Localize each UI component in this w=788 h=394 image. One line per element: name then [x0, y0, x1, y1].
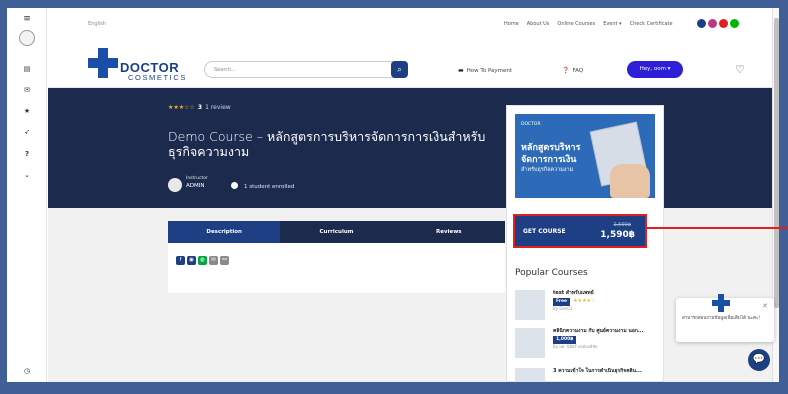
rocket-icon[interactable]: ➶ [7, 127, 47, 137]
faq-link[interactable]: ❓ FAQ [562, 67, 583, 74]
get-course-button[interactable]: GET COURSE 1,590฿ 1,590฿ [513, 214, 647, 248]
nav-online-courses[interactable]: Online Courses [557, 21, 595, 27]
help-icon[interactable]: ? [7, 149, 47, 159]
chat-button[interactable]: 💬 [748, 349, 770, 371]
nav-about-us[interactable]: About Us [527, 21, 550, 27]
rating-stars: ★★★★☆ [573, 298, 596, 304]
course-sidebar-card: DOCTOR หลักสูตรบริหาร จัดการการเงิน สำหร… [506, 105, 664, 382]
top-bar: English Home About Us Online Courses Eve… [48, 8, 772, 42]
rating-stars: ★★★☆☆ [168, 104, 195, 111]
search-input[interactable]: Search... [214, 67, 236, 73]
folder-icon[interactable]: ▤ [7, 64, 47, 74]
user-menu-button[interactable]: Hey, oom ▾ [627, 61, 683, 78]
course-price: 1,590฿ [600, 230, 635, 240]
popup-logo-icon [712, 294, 730, 312]
chat-bubble-icon: 💬 [752, 354, 766, 365]
course-author: By ผศ. นิธิศร์ พรตัณฑ์ชัย [553, 344, 598, 349]
line-icon[interactable]: ◍ [198, 256, 207, 265]
get-course-label: GET COURSE [523, 228, 566, 235]
enrolled-label: 1 student enrolled [244, 184, 295, 190]
tab-curriculum[interactable]: Curriculum [280, 221, 393, 243]
card-icon: ▬ [458, 67, 464, 74]
enrolled-count: 1 student enrolled [231, 182, 294, 190]
instructor-name[interactable]: ADMIN [186, 183, 204, 189]
course-rating: ★★★☆☆ 3 1 review [168, 104, 231, 111]
collapse-icon[interactable]: ⌄ [7, 170, 47, 180]
app-sidebar: ≡ ▤ ✉ ★ ➶ ? ⌄ ◷ [7, 8, 47, 382]
price-badge: Free [553, 298, 571, 306]
star-icon[interactable]: ★ [7, 106, 47, 116]
question-icon: ❓ [562, 67, 570, 74]
price-badge: 1,000฿ [553, 336, 577, 344]
line-icon[interactable] [730, 19, 739, 28]
email-icon[interactable]: ✉ [209, 256, 218, 265]
nav-event[interactable]: Event ▾ [603, 21, 621, 27]
tab-reviews[interactable]: Reviews [392, 221, 505, 243]
how-to-payment-label: How To Payment [466, 68, 513, 74]
logo-cross-icon [88, 48, 118, 78]
top-nav: Home About Us Online Courses Event ▾ Che… [504, 21, 673, 27]
site-logo[interactable]: DOCTOR COSMETICS [88, 48, 200, 82]
rating-value: 3 [197, 104, 203, 111]
course-image [515, 368, 545, 382]
facebook-icon[interactable] [697, 19, 706, 28]
highlight-callout-line [646, 227, 788, 229]
list-item[interactable]: 3 ความเข้าใจ ในการดำเนินธุรกิจคลิน... [515, 368, 665, 382]
course-title: Demo Course – หลักสูตรการบริหารจัดการการ… [168, 129, 486, 159]
messenger-icon[interactable]: ◉ [187, 256, 196, 265]
course-image [515, 290, 545, 320]
course-thumbnail: DOCTOR หลักสูตรบริหาร จัดการการเงิน สำหร… [515, 114, 655, 198]
hand-image [610, 164, 650, 198]
menu-icon[interactable]: ≡ [7, 14, 47, 24]
close-icon[interactable]: ✕ [762, 302, 768, 310]
social-links [697, 19, 739, 28]
popular-course-title[interactable]: คลินิกความงาม กับ ศูนย์ความงาม นอก... [553, 328, 644, 334]
nav-home[interactable]: Home [504, 21, 519, 27]
thumbnail-line-2: จัดการการเงิน [521, 155, 577, 165]
page-content: English Home About Us Online Courses Eve… [48, 8, 772, 382]
popular-courses-heading: Popular Courses [515, 268, 588, 278]
list-item[interactable]: test สำหรับแพทย์ Free ★★★★☆ By Dev01 [515, 290, 665, 320]
clock-icon[interactable]: ◷ [7, 366, 47, 376]
popular-course-title[interactable]: test สำหรับแพทย์ [553, 290, 594, 296]
scrollbar-thumb[interactable] [774, 18, 779, 308]
course-image [515, 328, 545, 358]
how-to-payment-link[interactable]: ▬ How To Payment [458, 67, 512, 74]
instagram-icon[interactable] [708, 19, 717, 28]
avatar[interactable] [19, 30, 35, 46]
popular-course-title[interactable]: 3 ความเข้าใจ ในการดำเนินธุรกิจคลิน... [553, 368, 642, 374]
faq-label: FAQ [572, 68, 584, 74]
review-count[interactable]: 1 review [205, 104, 231, 111]
facebook-icon[interactable]: f [176, 256, 185, 265]
logo-subname: COSMETICS [128, 73, 187, 82]
thumbnail-line-3: สำหรับธุรกิจความงาม [521, 167, 574, 173]
instructor-avatar [168, 178, 182, 192]
link-icon[interactable]: ⚯ [220, 256, 229, 265]
language-selector[interactable]: English [88, 21, 106, 27]
user-icon [231, 182, 238, 189]
mail-icon[interactable]: ✉ [7, 85, 47, 95]
share-buttons: f ◉ ◍ ✉ ⚯ [176, 256, 229, 265]
list-item[interactable]: คลินิกความงาม กับ ศูนย์ความงาม นอก... 1,0… [515, 328, 665, 358]
old-price: 1,590฿ [613, 222, 632, 228]
course-tabs-card: Description Curriculum Reviews f ◉ ◍ ✉ ⚯ [168, 221, 505, 293]
search-button[interactable]: ⌕ [391, 61, 408, 78]
instructor-label: Instructor [186, 176, 208, 181]
nav-check-certificate[interactable]: Check Certificate [630, 21, 673, 27]
wishlist-heart-icon[interactable]: ♡ [735, 63, 745, 76]
thumbnail-brand: DOCTOR [521, 122, 541, 127]
course-tabs: Description Curriculum Reviews [168, 221, 505, 243]
tab-description[interactable]: Description [168, 221, 281, 243]
search-box: Search... ⌕ [204, 61, 408, 78]
site-header: DOCTOR COSMETICS Search... ⌕ ▬ How To Pay… [48, 42, 772, 88]
course-author: By Dev01 [553, 306, 573, 311]
browser-frame: ≡ ▤ ✉ ★ ➶ ? ⌄ ◷ English Home About Us On… [7, 8, 779, 382]
popup-text: สามารถสอบถามข้อมูลเพิ่มเติมได้ นะคะ! [682, 316, 761, 321]
youtube-icon[interactable] [719, 19, 728, 28]
search-icon: ⌕ [397, 65, 402, 74]
